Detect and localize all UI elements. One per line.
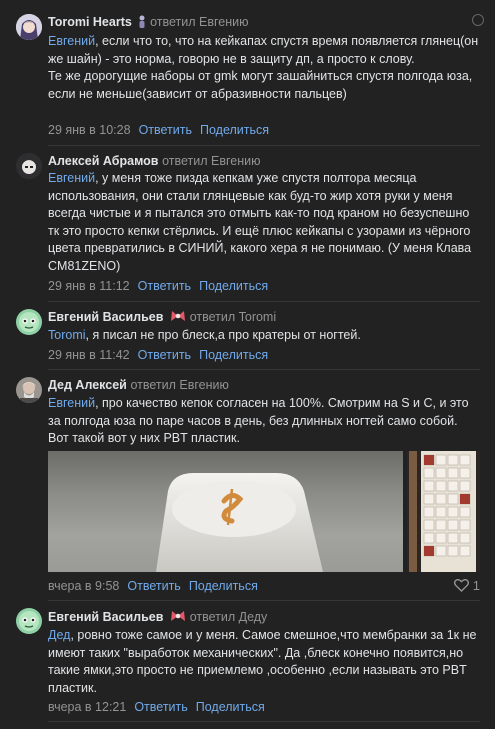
reply-button[interactable]: Ответить: [138, 348, 191, 362]
anime-avatar-icon: [16, 153, 42, 179]
share-button[interactable]: Поделиться: [200, 123, 269, 137]
comment-date[interactable]: вчера в 9:58: [48, 579, 119, 593]
comment-text-2: Те же дорогущие наборы от gmk могут заша…: [48, 69, 473, 101]
like-count: 1: [472, 578, 480, 593]
bow-badge-icon: [170, 310, 186, 327]
comment-text: , если что то, что на кейкапах спустя вр…: [48, 34, 479, 66]
divider: [48, 600, 480, 601]
mention-link[interactable]: Евгений: [48, 396, 95, 410]
anime-avatar-icon: [16, 14, 42, 40]
author-name[interactable]: Евгений Васильев: [48, 610, 163, 624]
comment-text: , ровно тоже самое и у меня. Самое смешн…: [48, 628, 477, 695]
like-button[interactable]: 1: [454, 578, 480, 594]
author-name[interactable]: Алексей Абрамов: [48, 154, 158, 168]
avatar[interactable]: [16, 309, 42, 335]
reply-button[interactable]: Ответить: [138, 279, 191, 293]
author-name[interactable]: Toromi Hearts: [48, 15, 132, 29]
comment-text: , про качество кепок согласен на 100%. С…: [48, 396, 469, 445]
avatar[interactable]: [16, 377, 42, 403]
comment-text: , я писал не про блеск,а про кратеры от …: [85, 328, 361, 342]
sticker-face-avatar-icon: [16, 608, 42, 634]
avatar[interactable]: [16, 608, 42, 634]
avatar[interactable]: [16, 14, 42, 40]
keycap-photo[interactable]: [48, 451, 403, 572]
mention-link[interactable]: Евгений: [48, 171, 95, 185]
reply-target[interactable]: ответил Евгению: [130, 378, 228, 392]
divider: [48, 301, 480, 302]
user-badge-icon: [138, 15, 146, 32]
comment-date[interactable]: вчера в 12:21: [48, 700, 126, 714]
bow-badge-icon: [170, 610, 186, 627]
share-button[interactable]: Поделиться: [199, 348, 268, 362]
comment-date[interactable]: 29 янв в 10:28: [48, 123, 131, 137]
author-name[interactable]: Евгений Васильев: [48, 310, 163, 324]
photo-avatar-icon: [16, 377, 42, 403]
reply-button[interactable]: Ответить: [127, 579, 180, 593]
reply-button[interactable]: Ответить: [134, 700, 187, 714]
comment-text: , у меня тоже пизда кепкам уже спустя по…: [48, 171, 472, 273]
keycap-image-icon: [156, 473, 323, 572]
reply-button[interactable]: Ответить: [139, 123, 192, 137]
divider: [48, 145, 480, 146]
keyboard-photo[interactable]: [407, 451, 480, 572]
reply-target[interactable]: ответил Евгению: [162, 154, 260, 168]
mention-link[interactable]: Евгений: [48, 34, 95, 48]
reply-target[interactable]: ответил Евгению: [150, 15, 248, 29]
mention-link[interactable]: Дед: [48, 628, 70, 642]
comment-date[interactable]: 29 янв в 11:12: [48, 279, 130, 293]
share-button[interactable]: Поделиться: [196, 700, 265, 714]
heart-icon: [454, 578, 473, 593]
divider: [48, 369, 480, 370]
share-button[interactable]: Поделиться: [189, 579, 258, 593]
reply-target[interactable]: ответил Toromi: [190, 310, 276, 324]
sticker-face-avatar-icon: [16, 309, 42, 335]
author-name[interactable]: Дед Алексей: [48, 378, 127, 392]
mention-link[interactable]: Toromi: [48, 328, 86, 342]
share-button[interactable]: Поделиться: [199, 279, 268, 293]
more-options-icon[interactable]: [472, 14, 484, 26]
keyboard-image-icon: [407, 451, 480, 572]
avatar[interactable]: [16, 153, 42, 179]
comment-date[interactable]: 29 янв в 11:42: [48, 348, 130, 362]
divider: [48, 721, 480, 722]
reply-target[interactable]: ответил Деду: [190, 610, 268, 624]
